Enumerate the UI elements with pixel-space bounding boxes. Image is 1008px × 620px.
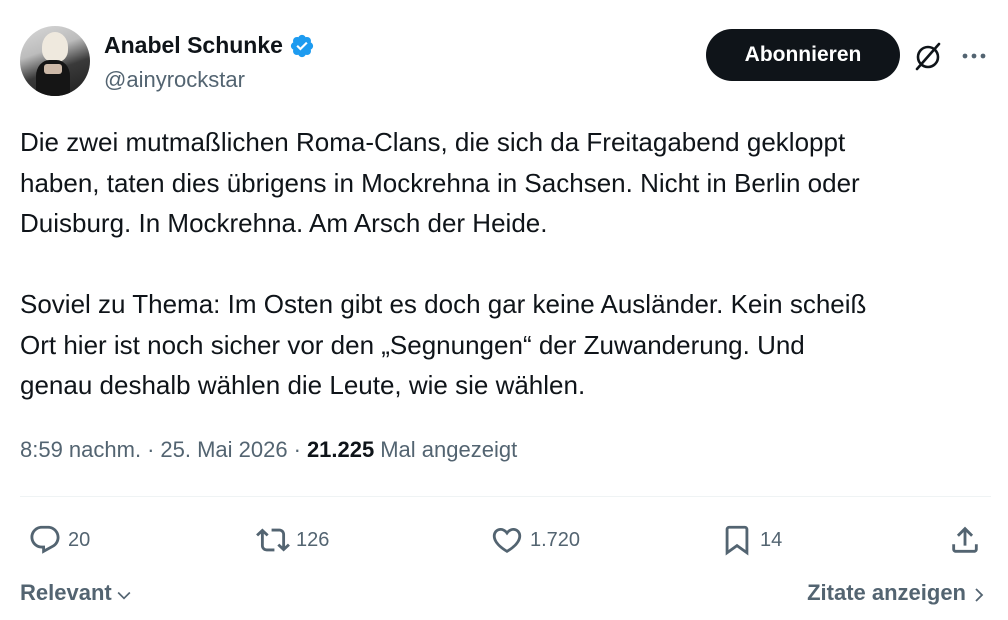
view-quotes-link[interactable]: Zitate anzeigen bbox=[807, 580, 988, 606]
like-count: 1.720 bbox=[530, 528, 581, 551]
tweet-meta: 8:59 nachm. · 25. Mai 2026 · 21.225 Mal … bbox=[20, 437, 517, 463]
bookmark-button[interactable]: 14 bbox=[720, 522, 782, 558]
bookmark-count: 14 bbox=[760, 528, 783, 551]
reply-count: 20 bbox=[68, 528, 91, 551]
retweet-button[interactable]: 126 bbox=[256, 522, 329, 558]
avatar[interactable] bbox=[20, 26, 90, 96]
tweet-header: Anabel Schunke @ainyrockstar Abonnieren bbox=[20, 26, 990, 98]
author-display-name[interactable]: Anabel Schunke bbox=[104, 32, 283, 59]
meta-separator: · bbox=[293, 437, 301, 462]
meta-separator: · bbox=[147, 437, 155, 462]
follow-button[interactable]: Abonnieren bbox=[706, 29, 900, 81]
more-icon[interactable] bbox=[958, 40, 990, 72]
tweet-date[interactable]: 25. Mai 2026 bbox=[160, 437, 287, 463]
views-label: Mal angezeigt bbox=[380, 437, 518, 462]
retweet-icon bbox=[256, 528, 290, 552]
sort-label: Relevant bbox=[20, 580, 112, 605]
author-handle[interactable]: @ainyrockstar bbox=[104, 67, 245, 93]
like-button[interactable]: 1.720 bbox=[490, 522, 580, 558]
grok-icon[interactable] bbox=[912, 40, 944, 72]
heart-icon bbox=[492, 527, 522, 553]
chevron-down-icon bbox=[117, 591, 131, 600]
share-icon bbox=[952, 526, 978, 553]
divider bbox=[20, 496, 991, 497]
reply-button[interactable]: 20 bbox=[28, 522, 90, 558]
reply-icon bbox=[30, 525, 60, 554]
tweet-text: Die zwei mutmaßlichen Roma-Clans, die si… bbox=[20, 127, 867, 400]
author-name-row: Anabel Schunke bbox=[104, 32, 315, 59]
tweet-time[interactable]: 8:59 nachm. bbox=[20, 437, 141, 463]
quotes-label: Zitate anzeigen bbox=[807, 580, 966, 605]
sort-dropdown[interactable]: Relevant bbox=[20, 580, 134, 606]
retweet-count: 126 bbox=[296, 528, 330, 551]
share-button[interactable] bbox=[948, 522, 982, 558]
views-count: 21.225 bbox=[306, 437, 375, 462]
verified-badge-icon[interactable] bbox=[289, 33, 315, 59]
bookmark-icon bbox=[725, 525, 749, 556]
chevron-right-icon bbox=[975, 587, 984, 602]
